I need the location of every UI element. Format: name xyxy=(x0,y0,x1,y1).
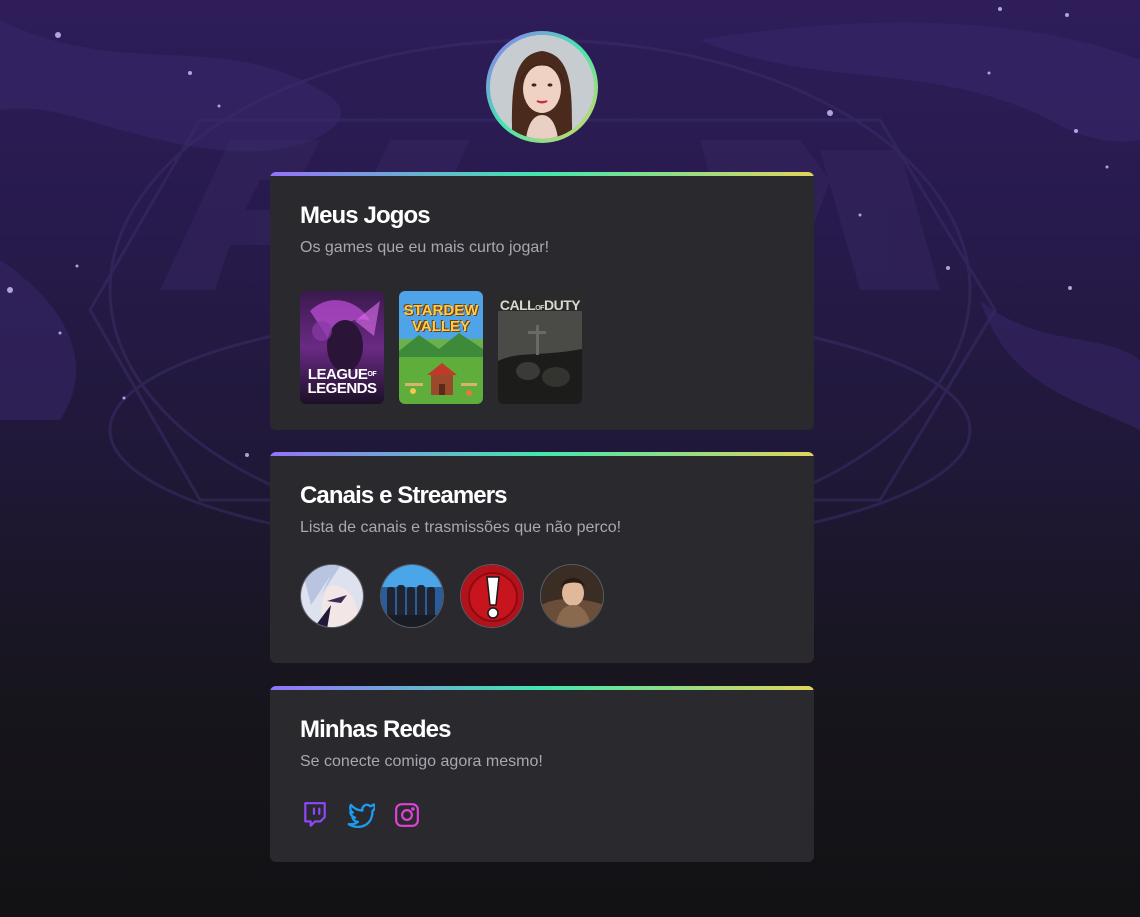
streamers-card: Canais e Streamers Lista de canais e tra… xyxy=(270,452,814,663)
streamers-card-subtitle: Lista de canais e trasmissões que não pe… xyxy=(300,519,622,536)
streamers-list xyxy=(300,564,784,628)
instagram-icon xyxy=(395,803,419,827)
profile-photo xyxy=(490,35,594,139)
social-card-title: Minhas Redes xyxy=(300,716,451,743)
lol-cover-line2: LEGENDS xyxy=(307,380,377,397)
instagram-link[interactable] xyxy=(392,800,422,830)
streamer-avatar-2[interactable] xyxy=(380,564,444,628)
streamer-avatar-4[interactable] xyxy=(540,564,604,628)
twitch-link[interactable] xyxy=(300,800,330,830)
streamer-avatar-1[interactable] xyxy=(300,564,364,628)
streamer-avatar-3[interactable] xyxy=(460,564,524,628)
games-card: Meus Jogos Os games que eu mais curto jo… xyxy=(270,172,814,430)
games-list: LEAGUEOF LEGENDS STARDEW VALLEY CALLOFDU… xyxy=(300,291,784,404)
cod-cover-mid: OF xyxy=(535,305,544,312)
twitch-icon xyxy=(304,802,326,827)
cod-cover-line2: DUTY xyxy=(543,297,581,313)
social-links xyxy=(300,800,784,830)
games-card-subtitle: Os games que eu mais curto jogar! xyxy=(300,239,550,256)
game-league-of-legends[interactable]: LEAGUEOF LEGENDS xyxy=(300,291,384,404)
stardew-cover-line1: STARDEW xyxy=(403,302,479,319)
twitter-link[interactable] xyxy=(346,800,376,830)
lol-cover-of: OF xyxy=(367,371,377,378)
game-call-of-duty[interactable]: CALLOFDUTY xyxy=(498,291,582,404)
profile-avatar xyxy=(486,31,598,143)
cod-cover-line1: CALL xyxy=(499,297,536,313)
games-card-title: Meus Jogos xyxy=(300,202,431,229)
game-stardew-valley[interactable]: STARDEW VALLEY xyxy=(399,291,483,404)
stardew-cover-line2: VALLEY xyxy=(411,318,471,335)
social-card: Minhas Redes Se conecte comigo agora mes… xyxy=(270,686,814,862)
twitter-icon xyxy=(347,803,375,828)
streamers-card-title: Canais e Streamers xyxy=(300,482,508,509)
social-card-subtitle: Se conecte comigo agora mesmo! xyxy=(300,753,543,770)
